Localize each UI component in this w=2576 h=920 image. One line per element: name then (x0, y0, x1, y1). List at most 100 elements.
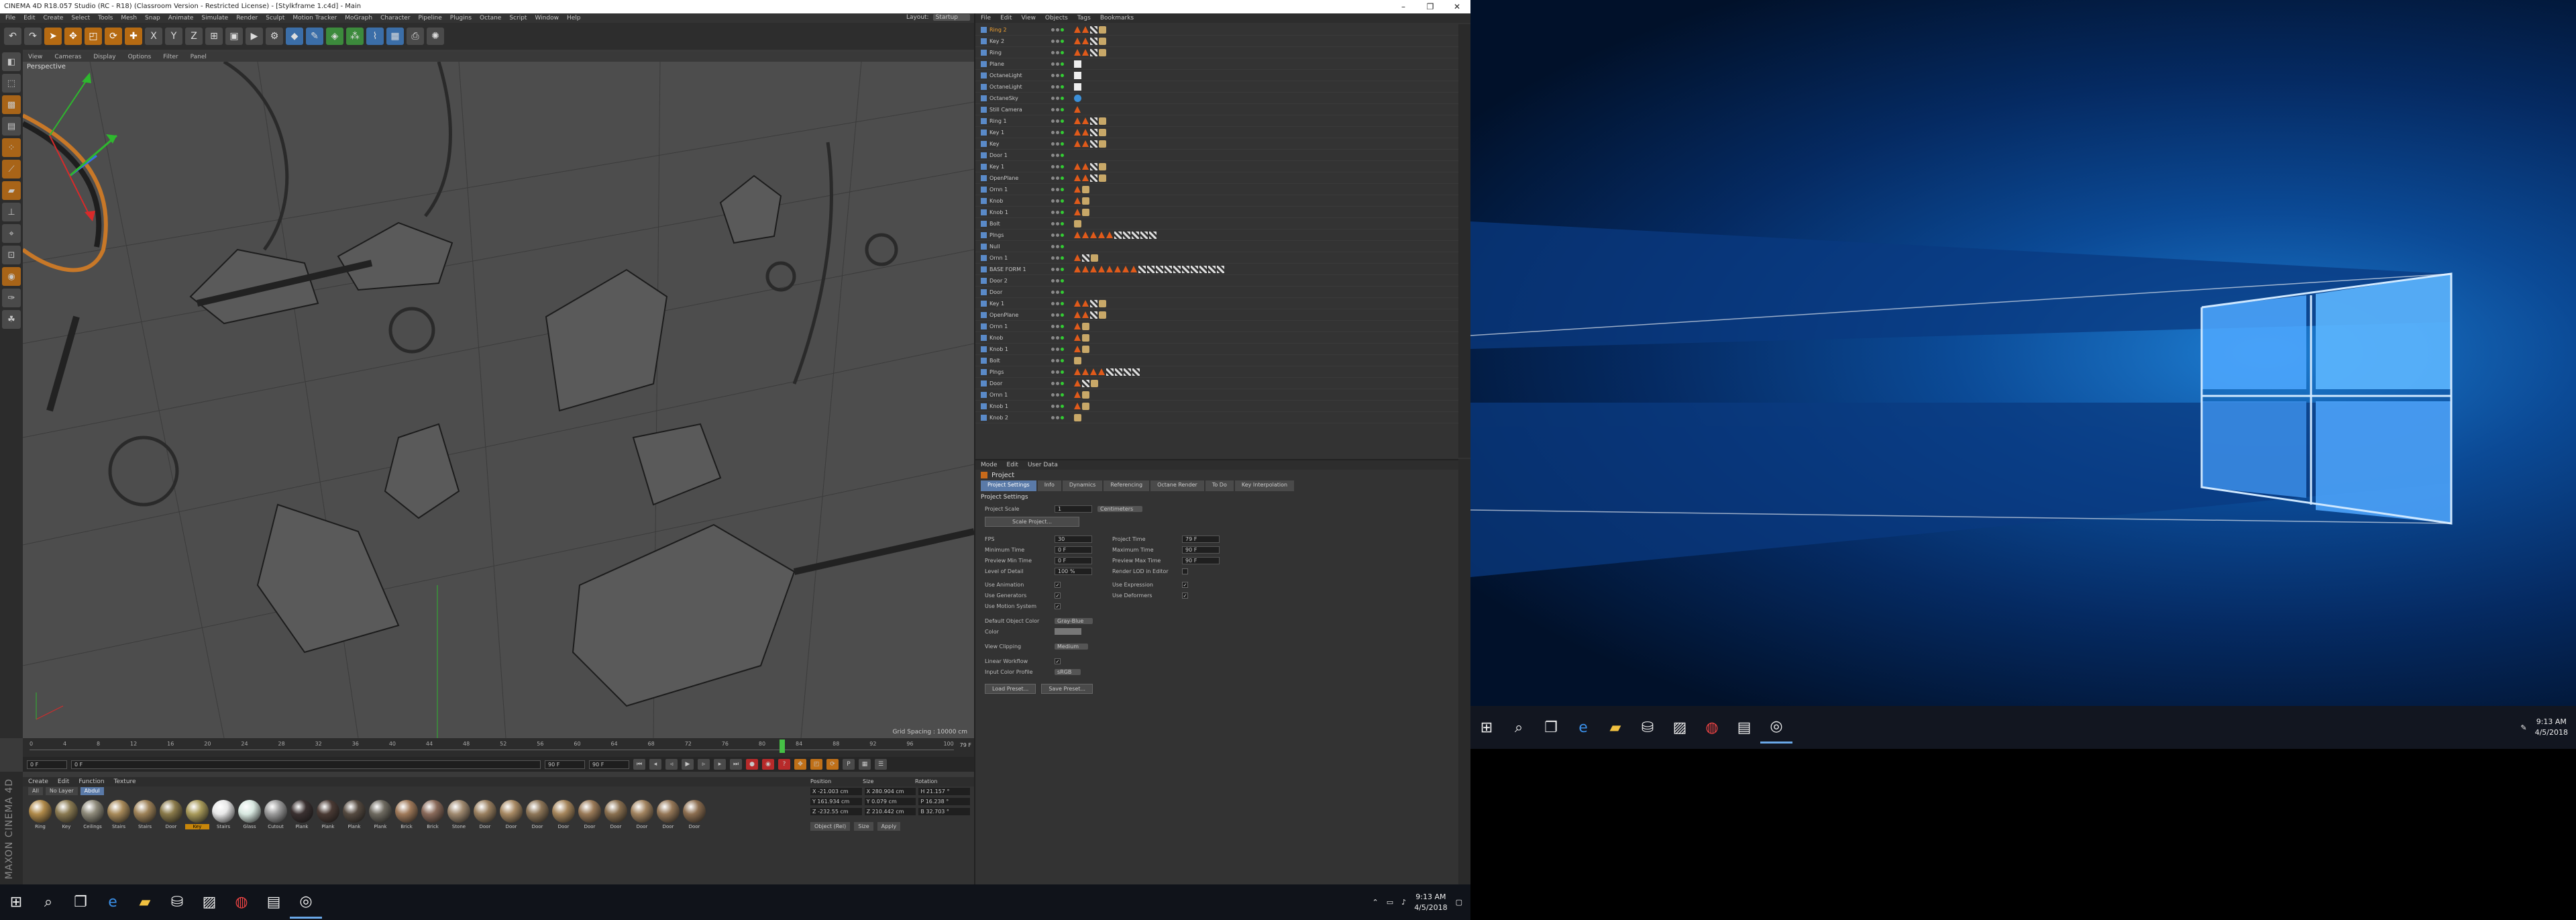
load-preset-button[interactable]: Load Preset... (985, 684, 1036, 694)
material-item[interactable]: Door (473, 800, 497, 829)
object-row[interactable]: Knob 1 (975, 401, 1460, 412)
objmenu-objects[interactable]: Objects (1045, 15, 1068, 21)
lod-field[interactable]: 100 % (1055, 567, 1092, 575)
phong-tag-icon[interactable] (1074, 391, 1081, 398)
texture-mode-icon[interactable]: ▩ (2, 95, 21, 114)
material-tag-icon[interactable] (1099, 299, 1106, 307)
material-item[interactable]: Plank (368, 800, 392, 829)
tab-info[interactable]: Info (1037, 480, 1061, 491)
coord-size-dropdown[interactable]: Size (854, 822, 873, 831)
uvw-tag-icon[interactable] (1090, 299, 1097, 307)
phong-tag-icon[interactable] (1074, 37, 1081, 44)
pos-z-field[interactable]: Z -232.55 cm (810, 808, 862, 815)
coord-mode-dropdown[interactable]: Object (Rel) (810, 822, 851, 831)
light-tag-icon[interactable] (1074, 71, 1081, 79)
material-tag-icon[interactable] (1091, 254, 1098, 262)
material-tag-icon[interactable] (1074, 219, 1081, 227)
visibility-dots[interactable] (1051, 130, 1071, 134)
phong-tag-icon[interactable] (1082, 231, 1089, 238)
next-frame-icon[interactable]: ▹ (698, 759, 710, 770)
phong-tag-icon[interactable] (1082, 37, 1089, 44)
key-pla-icon[interactable]: ▦ (859, 759, 871, 770)
object-row[interactable]: Ornn 1 (975, 321, 1460, 332)
timeline[interactable]: 0 4 8 12 16 20 24 28 32 36 40 44 48 52 5… (23, 738, 974, 757)
material-item[interactable]: Stairs (107, 800, 131, 829)
close-button[interactable]: ✕ (1444, 0, 1470, 13)
render-settings-icon[interactable]: ⚙ (266, 28, 283, 45)
key-position-icon[interactable]: ✥ (794, 759, 806, 770)
material-tag-icon[interactable] (1082, 391, 1089, 399)
material-item[interactable]: Brick (394, 800, 419, 829)
phong-tag-icon[interactable] (1082, 311, 1089, 318)
material-item[interactable]: Door (525, 800, 549, 829)
object-row[interactable]: Key 2 (975, 36, 1460, 47)
use-motion-checkbox[interactable]: ✓ (1055, 603, 1061, 609)
menu-edit[interactable]: Edit (23, 15, 35, 21)
menu-snap[interactable]: Snap (145, 15, 160, 21)
viewport-menu-options[interactable]: Options (128, 54, 152, 60)
menu-file[interactable]: File (5, 15, 15, 21)
uvw-tag-icon[interactable] (1082, 379, 1089, 387)
file-explorer-icon[interactable]: ▰ (129, 886, 161, 919)
phong-tag-icon[interactable] (1082, 117, 1089, 124)
z-axis-icon[interactable]: Z (185, 28, 203, 45)
render-lod-checkbox[interactable] (1182, 568, 1188, 574)
render-view-icon[interactable]: ▣ (225, 28, 243, 45)
project-scale-unit-dropdown[interactable]: Centimeters (1097, 505, 1143, 512)
objmenu-view[interactable]: View (1022, 15, 1036, 21)
autokey-icon[interactable]: ◉ (762, 759, 774, 770)
material-tag-icon[interactable] (1099, 162, 1106, 170)
object-row[interactable]: OctaneSky (975, 93, 1460, 104)
object-row[interactable]: Door (975, 378, 1460, 389)
object-row[interactable]: OpenPlane (975, 172, 1460, 184)
material-item[interactable]: Stairs (133, 800, 157, 829)
paint-icon[interactable]: ✑ (2, 289, 21, 307)
menu-help[interactable]: Help (567, 15, 581, 21)
phong-tag-icon[interactable] (1074, 48, 1081, 56)
phong-tag-icon[interactable] (1082, 25, 1089, 33)
preview-min-field[interactable]: 0 F (1055, 556, 1092, 564)
points-mode-icon[interactable]: ⁘ (2, 138, 21, 157)
object-row[interactable]: Door 1 (975, 150, 1460, 161)
scale-icon[interactable]: ◰ (85, 28, 102, 45)
phong-tag-icon[interactable] (1082, 162, 1089, 170)
menu-create[interactable]: Create (44, 15, 64, 21)
tray-up-icon[interactable]: ⌃ (1373, 898, 1379, 907)
visibility-dots[interactable] (1051, 358, 1071, 362)
uvw-tag-icon[interactable] (1199, 265, 1207, 273)
uvw-tag-icon[interactable] (1217, 265, 1224, 273)
objmenu-edit[interactable]: Edit (1000, 15, 1012, 21)
objmenu-bookmarks[interactable]: Bookmarks (1100, 15, 1134, 21)
uvw-tag-icon[interactable] (1090, 174, 1097, 182)
material-tag-icon[interactable] (1082, 402, 1089, 410)
tab-to-do[interactable]: To Do (1205, 480, 1234, 491)
object-row[interactable]: OctaneLight (975, 81, 1460, 93)
viewport-menu-filter[interactable]: Filter (163, 54, 178, 60)
x-axis-icon[interactable]: X (145, 28, 162, 45)
material-tag-icon[interactable] (1082, 208, 1089, 216)
object-row[interactable]: Knob 1 (975, 207, 1460, 218)
tab-referencing[interactable]: Referencing (1104, 480, 1150, 491)
visibility-dots[interactable] (1051, 164, 1071, 168)
objmenu-tags[interactable]: Tags (1077, 15, 1091, 21)
max-time-field[interactable]: 90 F (1182, 546, 1220, 554)
default-color-dropdown[interactable]: Gray-Blue (1055, 617, 1093, 624)
visibility-dots[interactable] (1051, 393, 1071, 397)
material-item[interactable]: Plank (290, 800, 314, 829)
windows-icon[interactable]: ⊞ (0, 886, 32, 919)
photos-icon[interactable]: ▨ (1664, 711, 1696, 744)
object-row[interactable]: Door 2 (975, 275, 1460, 287)
visibility-dots[interactable] (1051, 96, 1071, 100)
search-icon[interactable]: ⌕ (1503, 711, 1535, 744)
object-row[interactable]: Plane (975, 58, 1460, 70)
object-row[interactable]: OctaneLight (975, 70, 1460, 81)
phong-tag-icon[interactable] (1074, 185, 1081, 193)
edge-icon[interactable]: e (97, 886, 129, 919)
object-row[interactable]: Knob 2 (975, 412, 1460, 423)
phong-tag-icon[interactable] (1074, 379, 1081, 387)
redo-icon[interactable]: ↷ (24, 28, 42, 45)
uvw-tag-icon[interactable] (1090, 162, 1097, 170)
menu-simulate[interactable]: Simulate (201, 15, 228, 21)
material-tag-icon[interactable] (1082, 185, 1089, 193)
menu-character[interactable]: Character (380, 15, 410, 21)
